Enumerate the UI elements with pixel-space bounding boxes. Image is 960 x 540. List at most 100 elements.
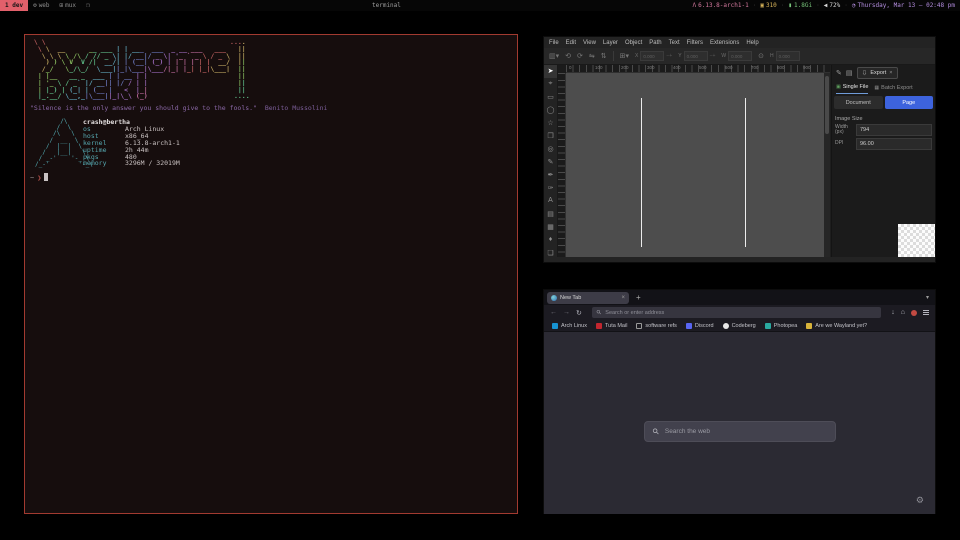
web-search-box[interactable]: ⚲ Search the web <box>644 421 836 442</box>
bookmark-item[interactable]: Codeberg <box>723 323 756 329</box>
status-kernel-text: 6.13.8-arch1-1 <box>698 2 749 9</box>
selector-tool-icon[interactable]: ➤ <box>544 65 557 78</box>
browser-window[interactable]: New Tab × + ▾ ← → ↻ ⚲ Search or enter ad… <box>543 289 936 514</box>
new-tab-button[interactable]: + <box>636 292 641 304</box>
width-field[interactable]: W0.000 <box>721 51 752 61</box>
workspace-2[interactable]: ⚙web <box>28 0 54 11</box>
grid-icon: ⊞ <box>60 2 64 9</box>
export-panel: ✎ ▤ ⇩Export× ▣Single File ▦Batch Export … <box>831 65 935 259</box>
x-label: X <box>635 53 638 59</box>
terminal-window[interactable]: \ \ .... \ \ __ __ ___ | | ___ ___ _ __ … <box>24 34 518 514</box>
back-icon[interactable]: ← <box>550 309 557 316</box>
menu-item-file[interactable]: File <box>549 40 559 46</box>
workspace-4[interactable]: ❐ <box>81 0 95 11</box>
fetch-label: memory <box>83 160 125 167</box>
canvas[interactable] <box>566 73 824 259</box>
rotate-cw-icon[interactable]: ⟳ <box>577 52 583 60</box>
gradient-tool-icon[interactable]: ▤ <box>544 207 557 220</box>
h-value[interactable]: 0.000 <box>776 51 800 61</box>
rotate-ccw-icon[interactable]: ⟲ <box>565 52 571 60</box>
tab-list-chevron-icon[interactable]: ▾ <box>926 292 929 304</box>
pen-tool-icon[interactable]: ✒ <box>544 169 557 182</box>
shell-prompt[interactable]: ~❯ <box>30 173 48 182</box>
box3d-tool-icon[interactable]: ❒ <box>544 130 557 143</box>
forward-icon[interactable]: → <box>563 309 570 316</box>
workspace-1[interactable]: 1 dev <box>0 0 28 11</box>
star-tool-icon[interactable]: ☆ <box>544 117 557 130</box>
menu-item-edit[interactable]: Edit <box>566 40 576 46</box>
menu-item-view[interactable]: View <box>583 40 596 46</box>
export-tab-label: Export <box>870 70 886 76</box>
home-icon[interactable]: ⌂ <box>901 309 905 316</box>
export-dock-tab[interactable]: ⇩Export× <box>857 67 898 79</box>
bookmark-item[interactable]: Are we Wayland yet? <box>806 323 867 329</box>
snap-options-icon[interactable]: ⊞▾ <box>620 52 629 60</box>
w-value[interactable]: 0.000 <box>728 51 752 61</box>
bookmark-item[interactable]: Discord <box>686 323 714 329</box>
flip-horizontal-icon[interactable]: ⇋ <box>589 52 595 60</box>
close-icon[interactable]: × <box>889 70 892 76</box>
ruler-label: 700 <box>751 65 759 70</box>
status-memory: ▮1.8Gi <box>788 2 812 9</box>
single-file-icon: ▣ <box>836 84 841 90</box>
menu-item-layer[interactable]: Layer <box>603 40 618 46</box>
text-tool-icon[interactable]: A <box>544 194 557 207</box>
selector-presets-icon[interactable]: ▥▾ <box>549 52 559 60</box>
menu-item-object[interactable]: Object <box>625 40 642 46</box>
calligraphy-tool-icon[interactable]: ✑ <box>544 181 557 194</box>
url-bar[interactable]: ⚲ Search or enter address <box>592 307 881 318</box>
node-tool-icon[interactable]: ⌖ <box>544 78 557 91</box>
mesh-tool-icon[interactable]: ▦ <box>544 220 557 233</box>
menu-item-text[interactable]: Text <box>669 40 680 46</box>
y-spinner[interactable]: −+ <box>710 53 716 59</box>
x-coordinate-field[interactable]: X0.000−+ <box>635 51 672 61</box>
scrollbar-thumb[interactable] <box>825 76 829 134</box>
vertical-ruler[interactable] <box>558 73 566 259</box>
workspace-3[interactable]: ⊞mux <box>55 0 81 11</box>
bookmark-item[interactable]: software refs <box>636 323 676 329</box>
adblock-extension-icon[interactable] <box>911 310 917 316</box>
canvas-vertical-scrollbar[interactable] <box>824 73 830 259</box>
menu-item-help[interactable]: Help <box>746 40 758 46</box>
lock-ratio-icon[interactable]: ⊙ <box>758 52 764 60</box>
export-dpi-input[interactable]: 96.00 <box>856 138 932 150</box>
discord-favicon <box>686 323 692 329</box>
codeberg-favicon <box>723 323 729 329</box>
height-field[interactable]: H0.000 <box>770 51 800 61</box>
bookmark-item[interactable]: Photopea <box>765 323 798 329</box>
tab-single-file[interactable]: ▣Single File <box>836 81 868 94</box>
reload-icon[interactable]: ↻ <box>576 309 582 317</box>
page-button[interactable]: Page <box>885 96 934 109</box>
ellipse-tool-icon[interactable]: ◯ <box>544 104 557 117</box>
menu-item-extensions[interactable]: Extensions <box>710 40 739 46</box>
spiral-tool-icon[interactable]: ◎ <box>544 143 557 156</box>
inkscape-window[interactable]: File Edit View Layer Object Path Text Filters Ex… <box>543 36 936 263</box>
menu-item-filters[interactable]: Filters <box>687 40 703 46</box>
export-width-input[interactable]: 794 <box>856 124 932 136</box>
bookmark-item[interactable]: Tuta Mail <box>596 323 627 329</box>
flip-vertical-icon[interactable]: ⇅ <box>601 52 607 60</box>
status-separator: · <box>781 2 785 9</box>
tab-batch-export[interactable]: ▦Batch Export <box>874 81 912 94</box>
tab-close-icon[interactable]: × <box>621 295 625 301</box>
dropper-tool-icon[interactable]: ♦ <box>544 233 557 246</box>
folder-icon <box>636 323 642 329</box>
ruler-corner <box>558 65 566 73</box>
menu-item-path[interactable]: Path <box>649 40 661 46</box>
horizontal-ruler[interactable]: 0100200300400500600700800900 <box>566 65 830 73</box>
rect-tool-icon[interactable]: ▭ <box>544 91 557 104</box>
downloads-icon[interactable]: ↓ <box>891 309 895 316</box>
y-coordinate-field[interactable]: Y0.000−+ <box>678 51 715 61</box>
bookmark-item[interactable]: Arch Linux <box>552 323 587 329</box>
x-spinner[interactable]: −+ <box>666 53 672 59</box>
active-tab[interactable]: New Tab × <box>547 292 629 304</box>
menu-icon[interactable] <box>923 312 929 313</box>
pencil-dock-icon[interactable]: ✎ <box>836 69 842 77</box>
gear-icon[interactable]: ⚙ <box>916 495 924 506</box>
x-value[interactable]: 0.000 <box>640 51 664 61</box>
swatches-dock-icon[interactable]: ▤ <box>846 69 853 77</box>
pencil-tool-icon[interactable]: ✎ <box>544 156 557 169</box>
ruler-label: 900 <box>803 65 811 70</box>
y-value[interactable]: 0.000 <box>684 51 708 61</box>
document-button[interactable]: Document <box>834 96 883 109</box>
